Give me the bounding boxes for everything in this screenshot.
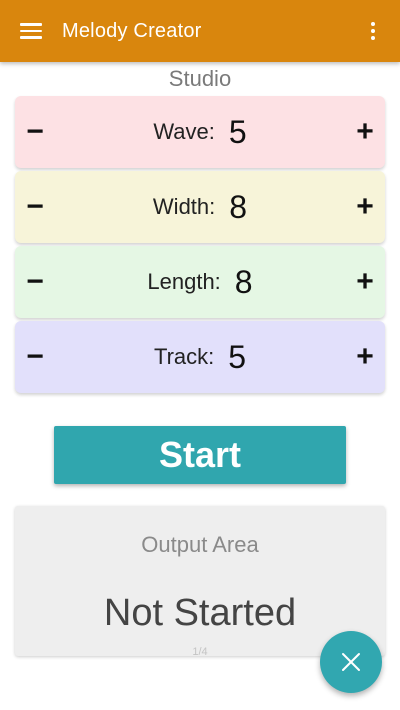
wave-decrement-button[interactable]: −	[15, 96, 55, 168]
more-vert-icon[interactable]	[370, 22, 376, 42]
length-decrement-button[interactable]: −	[15, 246, 55, 318]
track-decrement-button[interactable]: −	[15, 321, 55, 393]
app-bar: Melody Creator	[0, 0, 400, 62]
wave-control: − Wave: 5 +	[15, 96, 385, 168]
width-value: 8	[229, 188, 248, 225]
length-control: − Length: 8 +	[15, 246, 385, 318]
app-title: Melody Creator	[62, 19, 202, 42]
width-control: − Width: 8 +	[15, 171, 385, 243]
length-increment-button[interactable]: +	[345, 246, 385, 318]
output-area-title: Output Area	[141, 532, 259, 557]
output-area: Output Area Not Started 1/4	[15, 506, 385, 658]
length-label: Length:	[147, 269, 221, 294]
output-status: Not Started	[103, 592, 297, 634]
track-control: − Track: 5 +	[15, 321, 385, 393]
width-increment-button[interactable]: +	[345, 171, 385, 243]
track-increment-button[interactable]: +	[345, 321, 385, 393]
close-icon	[342, 653, 360, 671]
length-value: 8	[234, 263, 253, 300]
close-fab-button[interactable]	[320, 631, 382, 693]
width-decrement-button[interactable]: −	[15, 171, 55, 243]
hamburger-menu-icon[interactable]	[20, 22, 44, 40]
studio-label: Studio	[168, 66, 232, 91]
start-button[interactable]: Start	[54, 426, 346, 484]
track-value: 5	[228, 338, 247, 375]
wave-value: 5	[228, 113, 247, 150]
track-label: Track:	[153, 344, 215, 369]
width-label: Width:	[152, 194, 216, 219]
wave-increment-button[interactable]: +	[345, 96, 385, 168]
wave-label: Wave:	[153, 119, 215, 144]
